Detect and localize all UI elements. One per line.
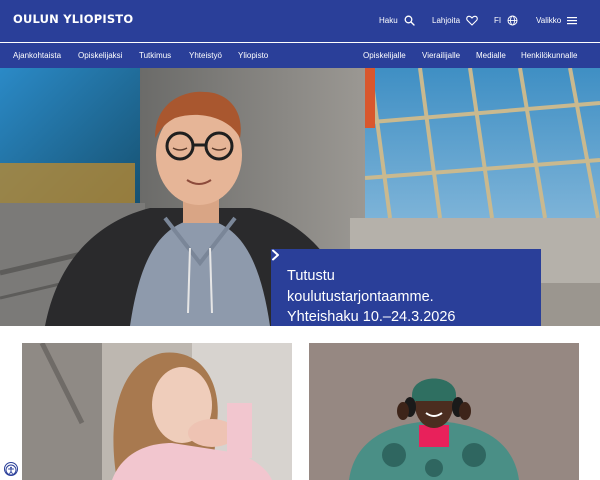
chevron-right-icon — [272, 249, 279, 261]
language-label: FI — [494, 15, 502, 25]
nav-item-vierailijalle[interactable]: Vierailijalle — [422, 51, 460, 60]
menu-button[interactable]: Valikko — [536, 13, 578, 27]
site-header: OULUN YLIOPISTO Haku Lahjoita FI Valikko — [0, 0, 600, 42]
cta-line-3: Yhteishaku 10.–24.3.2026 — [287, 309, 456, 325]
donate-button[interactable]: Lahjoita — [432, 13, 478, 27]
site-logo[interactable]: OULUN YLIOPISTO — [13, 12, 133, 26]
admissions-cta-card[interactable]: Tutustu koulutustarjontaamme. Yhteishaku… — [271, 249, 541, 326]
nav-item-yhteistyo[interactable]: Yhteistyö — [189, 51, 222, 60]
nav-item-tutkimus[interactable]: Tutkimus — [139, 51, 171, 60]
heart-icon — [466, 15, 478, 26]
search-label: Haku — [379, 15, 398, 25]
card-photo-student — [309, 343, 579, 480]
language-selector[interactable]: FI — [494, 13, 518, 27]
accessibility-button[interactable] — [4, 462, 18, 476]
main-navigation: Ajankohtaista Opiskelijaksi Tutkimus Yht… — [0, 43, 600, 68]
search-button[interactable]: Haku — [379, 13, 415, 27]
card-photo-girl — [22, 343, 292, 480]
cta-line-2: koulutustarjontaamme. — [287, 288, 434, 305]
nav-item-henkilokunnalle[interactable]: Henkilökunnalle — [521, 51, 577, 60]
nav-item-yliopisto[interactable]: Yliopisto — [238, 51, 268, 60]
news-card-image-left[interactable] — [22, 343, 292, 480]
news-card-image-right[interactable] — [309, 343, 579, 480]
hero-banner: Tutustu koulutustarjontaamme. Yhteishaku… — [0, 68, 600, 326]
nav-item-medialle[interactable]: Medialle — [476, 51, 506, 60]
cta-line-1: Tutustu — [287, 268, 335, 284]
menu-label: Valikko — [536, 15, 562, 25]
search-icon — [404, 15, 415, 26]
accessibility-icon — [5, 464, 17, 476]
donate-label: Lahjoita — [432, 15, 461, 25]
nav-item-ajankohtaista[interactable]: Ajankohtaista — [13, 51, 61, 60]
globe-icon — [507, 15, 518, 25]
nav-item-opiskelijalle[interactable]: Opiskelijalle — [363, 51, 406, 60]
nav-item-opiskelijaksi[interactable]: Opiskelijaksi — [78, 51, 122, 60]
hamburger-icon — [567, 16, 578, 24]
